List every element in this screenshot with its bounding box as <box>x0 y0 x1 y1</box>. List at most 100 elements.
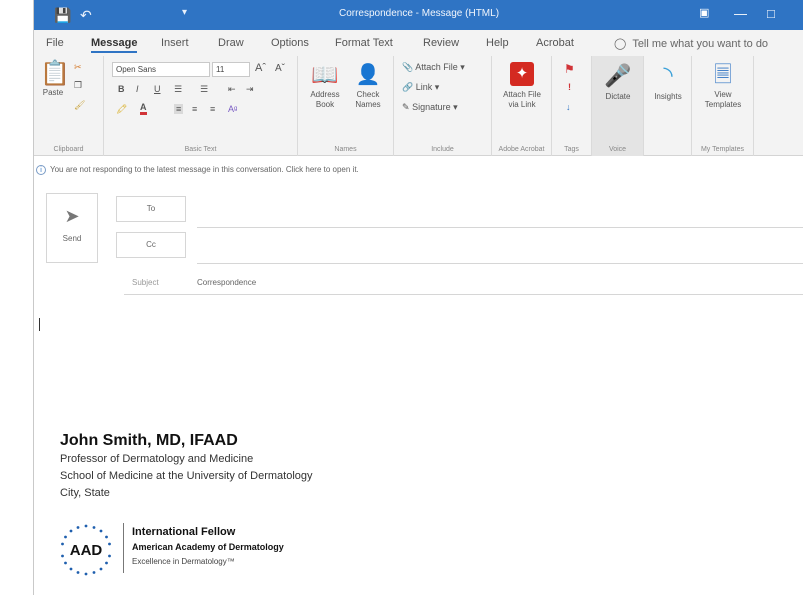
tab-options[interactable]: Options <box>271 37 309 49</box>
align-center-icon[interactable]: ≡ <box>192 104 197 114</box>
increase-indent-icon[interactable]: ⇥ <box>246 84 254 95</box>
to-button[interactable]: To <box>116 196 186 222</box>
styles-icon[interactable]: Aᶢ <box>228 104 237 114</box>
high-importance-icon[interactable]: ! <box>568 82 571 92</box>
check-names-button[interactable]: 👤 Check Names <box>348 60 388 110</box>
to-field[interactable] <box>197 227 803 228</box>
text-cursor <box>39 318 40 331</box>
copy-icon[interactable]: ❐ <box>74 80 82 91</box>
font-name-select[interactable]: Open Sans <box>112 62 210 77</box>
tab-help[interactable]: Help <box>486 37 509 49</box>
cc-button[interactable]: Cc <box>116 232 186 258</box>
address-book-button[interactable]: 📖 Address Book <box>304 60 346 110</box>
tell-me-search[interactable]: ◯ Tell me what you want to do <box>614 37 768 50</box>
title-bar: 💾 ↶ ▾ Correspondence - Message (HTML) ▣ … <box>34 0 803 30</box>
tab-draw[interactable]: Draw <box>218 37 244 49</box>
tell-me-text: Tell me what you want to do <box>632 38 769 50</box>
basic-text-group: Open Sans 11 Aˆ Aˇ B I U ☰ ☰ ⇤ ⇥ 🖍 A ≡ ≡… <box>104 56 298 156</box>
window-title: Correspondence - Message (HTML) <box>338 8 500 19</box>
insights-label: Insights <box>654 92 682 101</box>
outlook-message-window: 💾 ↶ ▾ Correspondence - Message (HTML) ▣ … <box>33 0 803 595</box>
paste-button[interactable]: 📋 Paste <box>40 60 70 98</box>
subject-divider <box>124 294 803 295</box>
include-group-label: Include <box>431 146 454 153</box>
signature-school: School of Medicine at the University of … <box>60 470 313 482</box>
cc-field[interactable] <box>197 263 803 264</box>
tab-file[interactable]: File <box>46 37 64 49</box>
low-importance-icon[interactable]: ↓ <box>566 102 571 112</box>
include-group: 📎 Attach File ▾ 🔗 Link ▾ ✎ Signature ▾ I… <box>394 56 492 156</box>
italic-icon[interactable]: I <box>136 84 139 94</box>
view-templates-button[interactable]: 🗏 View Templates <box>698 60 748 110</box>
maximize-button[interactable]: □ <box>767 6 775 21</box>
check-names-icon: 👤 <box>355 64 381 86</box>
tags-group: ⚑ ! ↓ Tags <box>552 56 592 156</box>
adobe-acrobat-group-label: Adobe Acrobat <box>498 146 545 153</box>
subject-label: Subject <box>132 278 159 287</box>
signature-location: City, State <box>60 487 110 499</box>
names-group: 📖 Address Book 👤 Check Names Names <box>298 56 394 156</box>
templates-icon: 🗏 <box>714 62 732 87</box>
ribbon-tabs: File Message Insert Draw Options Format … <box>34 30 803 56</box>
adobe-acrobat-group: ✦ Attach File via Link Adobe Acrobat <box>492 56 552 156</box>
bullets-icon[interactable]: ☰ <box>174 84 182 95</box>
signature-title: Professor of Dermatology and Medicine <box>60 453 254 465</box>
send-button[interactable]: ➤ Send <box>46 193 98 263</box>
ribbon-display-options-icon[interactable]: ▣ <box>699 6 709 19</box>
clipboard-group: 📋 Paste ✂ ❐ 🖌 Clipboard <box>34 56 104 156</box>
aad-logo: AAD <box>61 524 111 576</box>
subject-field[interactable]: Correspondence <box>197 278 256 287</box>
attach-file-label: Attach File <box>415 62 458 72</box>
insights-button[interactable]: ◝ Insights <box>648 60 688 102</box>
link-button[interactable]: 🔗 Link ▾ <box>402 82 439 93</box>
cut-icon[interactable]: ✂ <box>74 62 82 73</box>
font-size-select[interactable]: 11 <box>212 62 250 77</box>
decrease-indent-icon[interactable]: ⇤ <box>228 84 236 95</box>
underline-icon[interactable]: U <box>154 84 161 94</box>
dictate-label: Dictate <box>605 92 631 101</box>
attach-via-link-button[interactable]: ✦ Attach File via Link <box>498 60 546 110</box>
font-size-value: 11 <box>216 65 225 74</box>
font-color-icon[interactable]: A <box>140 102 147 115</box>
tab-format-text[interactable]: Format Text <box>335 37 393 49</box>
names-group-label: Names <box>334 146 357 153</box>
academy-name: American Academy of Dermatology <box>132 542 284 552</box>
align-left-icon[interactable]: ≡ <box>174 104 184 114</box>
address-book-icon: 📖 <box>311 62 339 87</box>
attach-file-button[interactable]: 📎 Attach File ▾ <box>402 62 465 73</box>
acrobat-icon: ✦ <box>510 62 534 86</box>
dictate-button[interactable]: 🎤 Dictate <box>596 60 640 102</box>
format-painter-icon[interactable]: 🖌 <box>74 100 85 111</box>
microphone-icon: 🎤 <box>604 63 632 88</box>
my-templates-group: 🗏 View Templates My Templates <box>692 56 754 156</box>
grow-font-icon[interactable]: Aˆ <box>255 62 266 74</box>
signature-button[interactable]: ✎ Signature ▾ <box>402 102 458 113</box>
info-bar[interactable]: i You are not responding to the latest me… <box>34 165 803 185</box>
voice-group: 🎤 Dictate Voice <box>592 56 644 156</box>
minimize-button[interactable]: — <box>734 6 747 21</box>
voice-group-label: Voice <box>608 146 627 153</box>
tags-group-label: Tags <box>564 146 579 153</box>
shrink-font-icon[interactable]: Aˇ <box>275 63 285 74</box>
align-right-icon[interactable]: ≡ <box>210 104 215 114</box>
basic-text-group-label: Basic Text <box>184 146 217 153</box>
highlight-icon[interactable]: 🖍 <box>116 104 127 115</box>
info-bar-text: You are not responding to the latest mes… <box>50 165 359 175</box>
tab-message[interactable]: Message <box>91 37 138 53</box>
font-name-value: Open Sans <box>116 65 157 74</box>
numbering-icon[interactable]: ☰ <box>200 84 208 95</box>
link-icon: 🔗 <box>402 82 414 92</box>
paperclip-icon: 📎 <box>402 62 414 72</box>
tab-insert[interactable]: Insert <box>161 37 189 49</box>
tab-review[interactable]: Review <box>423 37 459 49</box>
paste-label: Paste <box>42 88 64 97</box>
address-book-label: Address Book <box>310 90 340 109</box>
bold-icon[interactable]: B <box>118 84 125 94</box>
view-templates-label: View Templates <box>704 90 742 109</box>
aad-logo-text: AAD <box>70 542 103 559</box>
info-icon: i <box>36 165 46 175</box>
clipboard-group-label: Clipboard <box>53 146 84 153</box>
signature-name: John Smith, MD, IFAAD <box>60 432 238 449</box>
follow-up-flag-icon[interactable]: ⚑ <box>564 62 575 76</box>
tab-acrobat[interactable]: Acrobat <box>536 37 574 49</box>
